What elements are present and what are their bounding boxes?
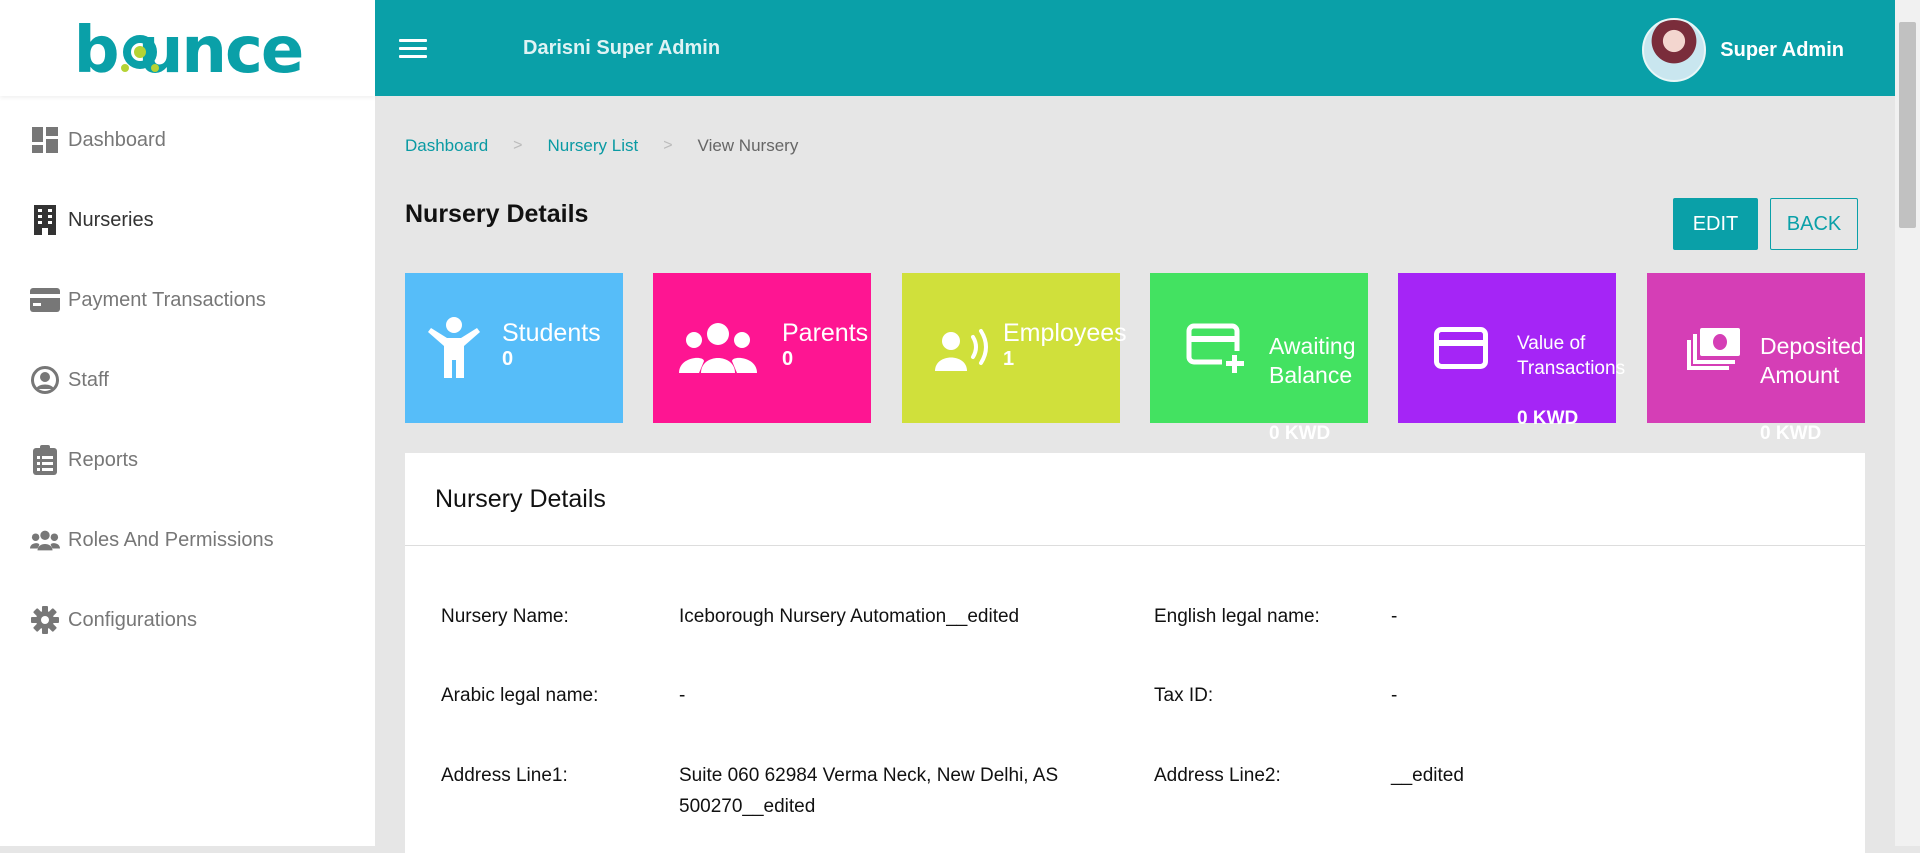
stat-card-deposited-amount[interactable]: Deposited Amount 0 KWD: [1647, 273, 1865, 444]
sidebar-item-label: Dashboard: [68, 128, 166, 151]
svg-text:b unce: b unce: [73, 14, 302, 88]
sidebar-item-nurseries[interactable]: Nurseries: [0, 180, 375, 260]
stat-card-students[interactable]: Students 0: [405, 273, 623, 423]
field-value: Iceborough Nursery Automation__edited: [679, 606, 1020, 627]
sidebar-item-payment-transactions[interactable]: Payment Transactions: [0, 260, 375, 340]
field-value: __edited: [1391, 765, 1464, 786]
clipboard-icon: [30, 445, 60, 475]
chevron-right-icon: >: [513, 137, 523, 154]
gear-icon: [30, 605, 60, 635]
sidebar-item-label: Configurations: [68, 608, 197, 631]
sidebar-item-staff[interactable]: Staff: [0, 340, 375, 420]
credit-card-icon: [1426, 313, 1496, 383]
stat-label: Value of Transactions: [1517, 333, 1626, 379]
users-icon: [30, 525, 60, 555]
field-label: Address Line1:: [441, 765, 568, 786]
money-icon: [1679, 313, 1749, 383]
sidebar-item-reports[interactable]: Reports: [0, 420, 375, 500]
field-value: -: [1391, 685, 1398, 706]
user-menu[interactable]: Super Admin: [1642, 18, 1844, 82]
chevron-right-icon: >: [663, 137, 673, 154]
stat-card-value-of-transactions[interactable]: Value of Transactions 0 KWD: [1398, 273, 1625, 429]
stat-label: Employees: [1003, 319, 1127, 347]
child-icon: [419, 313, 489, 383]
credit-card-icon: [30, 285, 60, 315]
breadcrumb-dashboard[interactable]: Dashboard: [405, 136, 488, 156]
stat-value: 0: [502, 348, 514, 370]
stat-value: 0 KWD: [1760, 423, 1822, 444]
stat-card-awaiting-balance[interactable]: Awaiting Balance 0 KWD: [1150, 273, 1368, 444]
sidebar-item-label: Nurseries: [68, 208, 154, 231]
card-plus-icon: [1182, 313, 1252, 383]
stat-label: Students: [502, 319, 601, 347]
stat-value: 0 KWD: [1517, 408, 1579, 429]
nursery-details-panel: Nursery Details Nursery Name: Iceborough…: [405, 453, 1865, 853]
field-value: -: [1391, 606, 1398, 627]
sidebar-nav: Dashboard Nurseries Payment Transactions…: [0, 100, 375, 660]
scrollbar-thumb[interactable]: [1899, 22, 1916, 228]
stat-card-employees[interactable]: Employees 1: [902, 273, 1127, 423]
scrollbar[interactable]: [1895, 0, 1920, 846]
breadcrumb: Dashboard > Nursery List > View Nursery: [405, 136, 798, 156]
group-icon: [678, 313, 758, 383]
field-label: Tax ID:: [1154, 685, 1214, 706]
breadcrumb-nursery-list[interactable]: Nursery List: [548, 136, 639, 156]
breadcrumb-view-nursery: View Nursery: [697, 136, 799, 155]
sidebar: b unce Dashboard Nurseries Payment Trans…: [0, 0, 375, 846]
sidebar-item-label: Roles And Permissions: [68, 528, 274, 551]
sidebar-item-roles-and-permissions[interactable]: Roles And Permissions: [0, 500, 375, 580]
sidebar-item-label: Reports: [68, 448, 139, 471]
avatar: [1642, 18, 1707, 82]
header-title: Darisni Super Admin: [523, 36, 721, 59]
back-button[interactable]: BACK: [1770, 198, 1858, 250]
stat-card-parents[interactable]: Parents 0: [653, 273, 871, 423]
speaker-icon: [927, 313, 997, 383]
building-icon: [30, 205, 60, 235]
sidebar-item-dashboard[interactable]: Dashboard: [0, 100, 375, 180]
bounce-logo-icon: b unce: [73, 14, 304, 88]
field-value: -: [679, 685, 686, 706]
field-label: Nursery Name:: [441, 606, 569, 627]
field-value: Suite 060 62984 Verma Neck, New Delhi, A…: [679, 765, 1059, 817]
user-name: Super Admin: [1720, 38, 1844, 61]
field-label: Arabic legal name:: [441, 685, 599, 706]
stat-label: Parents: [782, 319, 869, 347]
field-label: English legal name:: [1154, 606, 1320, 627]
user-circle-icon: [30, 365, 60, 395]
edit-button[interactable]: EDIT: [1673, 198, 1758, 250]
logo[interactable]: b unce: [0, 0, 375, 96]
page-title: Nursery Details: [405, 200, 589, 228]
dashboard-icon: [30, 125, 60, 155]
stat-value: 1: [1003, 348, 1015, 370]
sidebar-item-label: Payment Transactions: [68, 288, 266, 311]
stat-label: Deposited Amount: [1760, 333, 1864, 388]
stat-value: 0 KWD: [1269, 423, 1331, 444]
stat-label: Awaiting Balance: [1269, 333, 1356, 388]
top-header: Darisni Super Admin Super Admin: [375, 0, 1895, 96]
stat-value: 0: [782, 348, 794, 370]
menu-icon[interactable]: [399, 33, 429, 63]
sidebar-item-configurations[interactable]: Configurations: [0, 580, 375, 660]
field-label: Address Line2:: [1154, 765, 1281, 786]
panel-title: Nursery Details: [405, 453, 1865, 546]
sidebar-item-label: Staff: [68, 368, 109, 391]
